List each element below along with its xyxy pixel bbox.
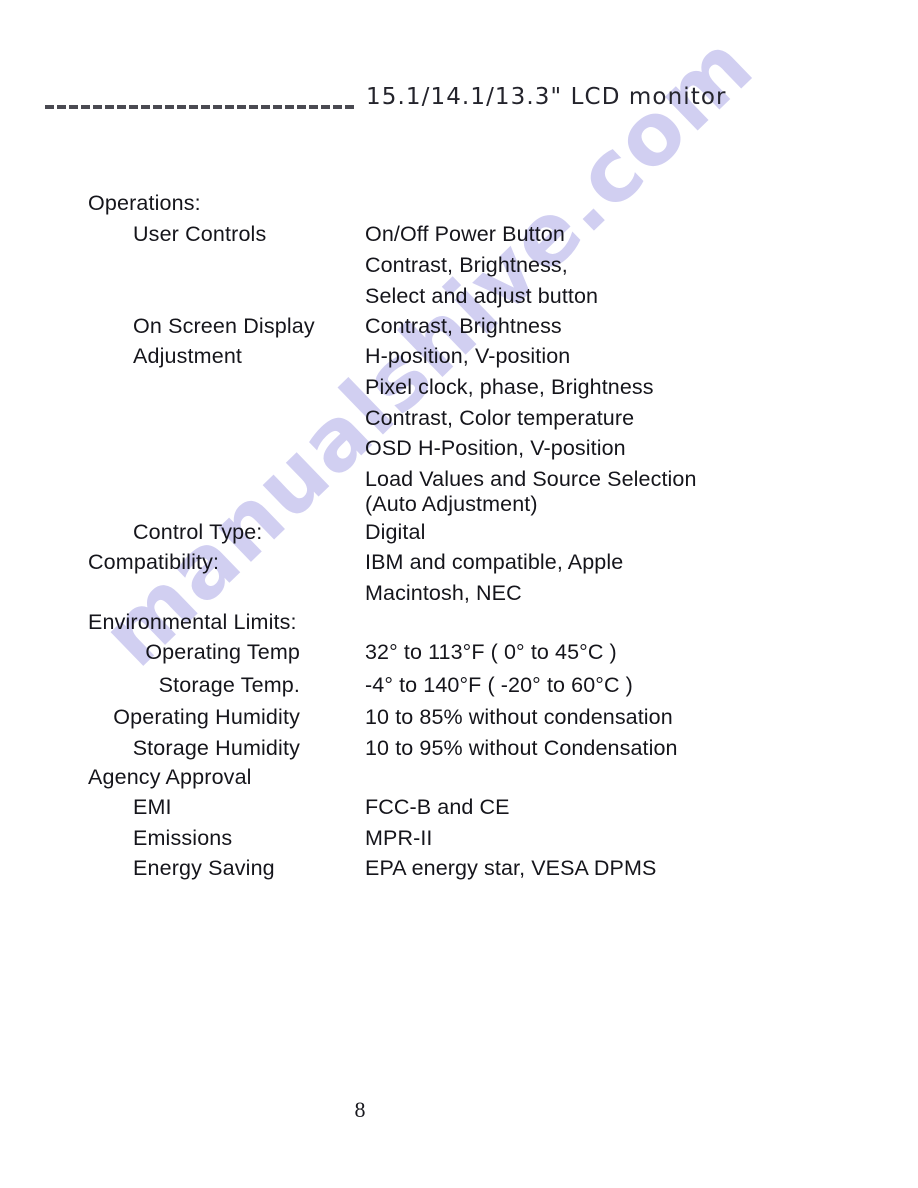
spec-row: Control Type: Digital: [0, 520, 918, 550]
spec-label: Storage Humidity: [132, 736, 300, 760]
spec-row: Select and adjust button: [0, 284, 918, 314]
spec-row: Contrast, Color temperature: [0, 406, 918, 436]
spec-row: Operations:: [0, 191, 918, 221]
spec-value: OSD H-Position, V-position: [365, 436, 626, 460]
spec-value: Contrast, Color temperature: [365, 406, 635, 430]
spec-row: Agency Approval: [0, 765, 918, 795]
spec-value: Digital: [365, 520, 426, 544]
spec-value: Contrast, Brightness,: [365, 253, 568, 277]
spec-value: Load Values and Source Selection: [365, 467, 697, 491]
spec-value: IBM and compatible, Apple: [365, 550, 624, 574]
spec-label: User Controls: [133, 222, 267, 246]
spec-label: Emissions: [133, 826, 233, 850]
specification-list: Operations: User Controls On/Off Power But…: [0, 0, 918, 1188]
spec-value: H-position, V-position: [365, 344, 571, 368]
spec-value: 32° to 113°F ( 0° to 45°C ): [365, 640, 617, 664]
spec-row: Adjustment H-position, V-position: [0, 344, 918, 374]
spec-row: Operating Temp 32° to 113°F ( 0° to 45°C …: [0, 640, 918, 670]
spec-value: Contrast, Brightness: [365, 314, 562, 338]
spec-value: 10 to 95% without Condensation: [365, 736, 678, 760]
spec-row: User Controls On/Off Power Button: [0, 222, 918, 252]
spec-value: FCC-B and CE: [365, 795, 510, 819]
spec-row: Compatibility: IBM and compatible, Apple: [0, 550, 918, 580]
document-page: manualshive.com 15.1/14.1/13.3" LCD moni…: [0, 0, 918, 1188]
spec-row: Operating Humidity 10 to 85% without cond…: [0, 705, 918, 735]
spec-label: Environmental Limits:: [88, 610, 297, 634]
spec-row: Energy Saving EPA energy star, VESA DPMS: [0, 856, 918, 886]
spec-row: Storage Temp. -4° to 140°F ( -20° to 60°C…: [0, 673, 918, 703]
spec-row: Pixel clock, phase, Brightness: [0, 375, 918, 405]
spec-label: Adjustment: [133, 344, 243, 368]
spec-value: EPA energy star, VESA DPMS: [365, 856, 657, 880]
spec-row: OSD H-Position, V-position: [0, 436, 918, 466]
spec-label: Compatibility:: [88, 550, 220, 574]
spec-label: Operating Humidity: [113, 705, 300, 729]
spec-value: Macintosh, NEC: [365, 581, 522, 605]
spec-value: Select and adjust button: [365, 284, 599, 308]
spec-label: Agency Approval: [88, 765, 252, 789]
spec-row: (Auto Adjustment): [0, 492, 918, 522]
spec-row: Storage Humidity 10 to 95% without Conden…: [0, 736, 918, 766]
spec-label: Energy Saving: [133, 856, 275, 880]
spec-label: EMI: [133, 795, 172, 819]
spec-label: On Screen Display: [133, 314, 315, 338]
spec-row: On Screen Display Contrast, Brightness: [0, 314, 918, 344]
spec-label: Operating Temp: [145, 640, 300, 664]
spec-value: On/Off Power Button: [365, 222, 565, 246]
spec-row: Emissions MPR-II: [0, 826, 918, 856]
spec-value: MPR-II: [365, 826, 433, 850]
spec-value: -4° to 140°F ( -20° to 60°C ): [365, 673, 633, 697]
spec-row: Contrast, Brightness,: [0, 253, 918, 283]
spec-value: Pixel clock, phase, Brightness: [365, 375, 654, 399]
spec-label: Operations:: [88, 191, 201, 215]
spec-row: EMI FCC-B and CE: [0, 795, 918, 825]
spec-row: Environmental Limits:: [0, 610, 918, 640]
spec-label: Storage Temp.: [158, 673, 300, 697]
spec-label: Control Type:: [133, 520, 263, 544]
spec-value: (Auto Adjustment): [365, 492, 538, 516]
page-number: 8: [354, 1097, 366, 1122]
spec-value: 10 to 85% without condensation: [365, 705, 673, 729]
spec-row: Macintosh, NEC: [0, 581, 918, 611]
